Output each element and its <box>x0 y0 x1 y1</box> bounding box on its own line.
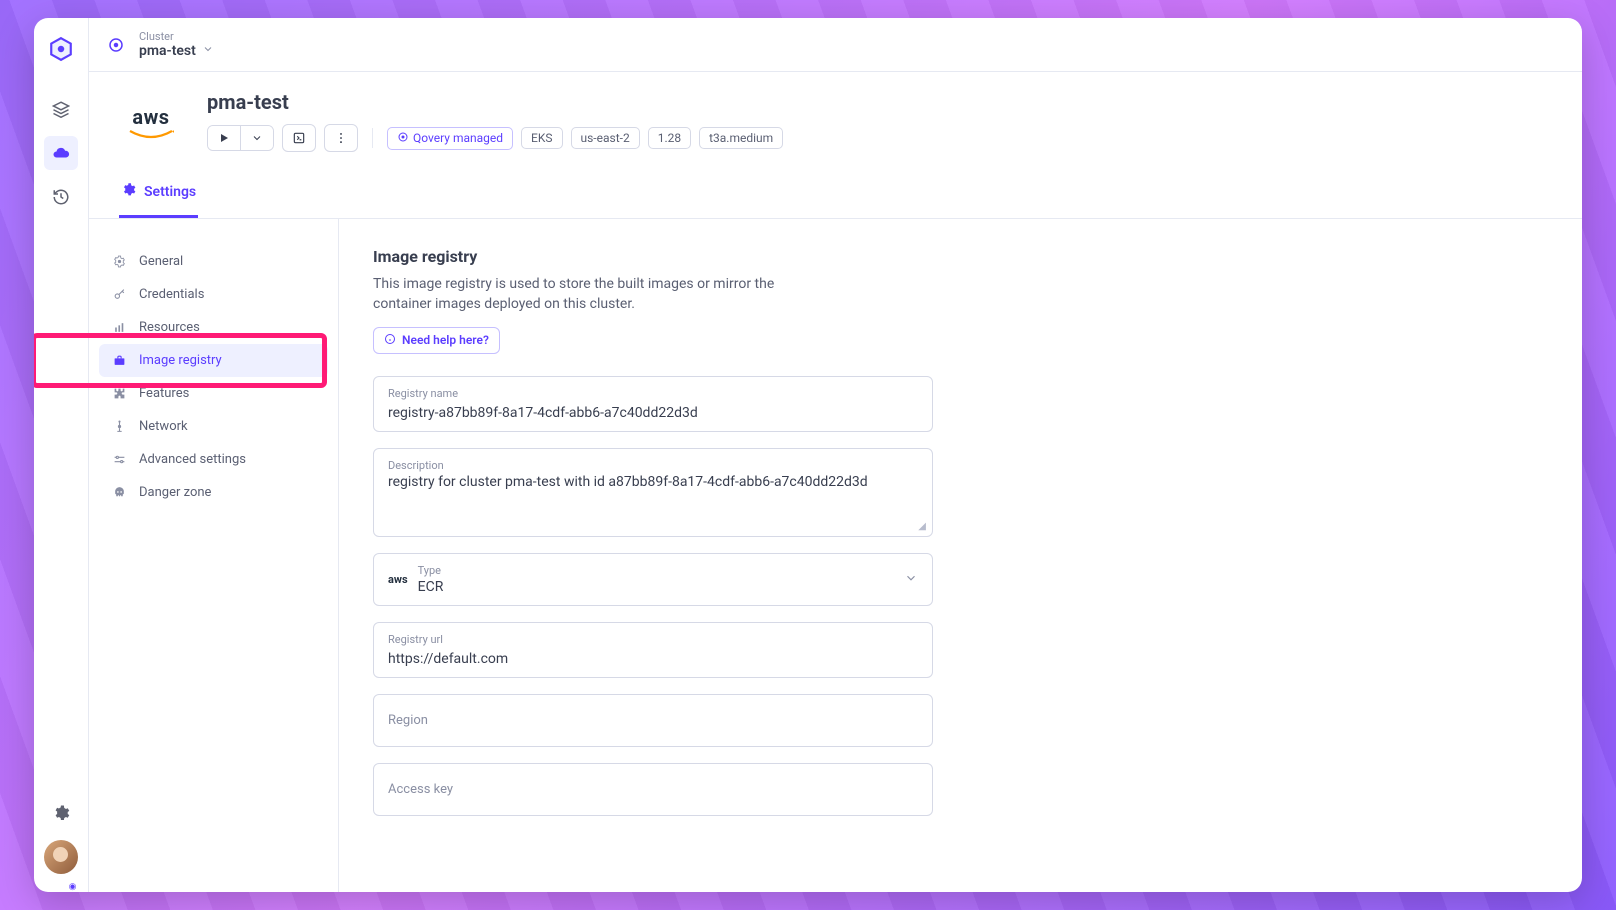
briefcase-icon <box>111 354 127 367</box>
tag-instance: t3a.medium <box>699 127 783 149</box>
nav-settings-icon[interactable] <box>44 796 78 830</box>
resize-handle-icon[interactable]: ◢ <box>918 521 926 532</box>
field-label: Registry url <box>388 633 918 646</box>
field-region[interactable]: Region <box>373 694 933 747</box>
chevron-down-icon <box>904 570 918 589</box>
field-label: Registry name <box>388 387 918 400</box>
panel-title: Image registry <box>373 247 1548 266</box>
image-registry-form: Registry name Description ◢ aws Type <box>373 376 933 816</box>
field-registry-name[interactable]: Registry name <box>373 376 933 432</box>
field-type[interactable]: aws Type ECR <box>373 553 933 606</box>
description-textarea[interactable] <box>388 474 918 522</box>
vertical-nav: ◉ <box>34 18 89 892</box>
type-value: ECR <box>418 579 894 595</box>
breadcrumb-cluster-icon <box>107 36 125 54</box>
sliders-icon <box>111 453 127 466</box>
cluster-header: aws pma-test <box>89 72 1582 219</box>
nav-cloud-icon[interactable] <box>44 136 78 170</box>
sidebar-item-label: Resources <box>139 320 200 335</box>
breadcrumb: Cluster pma-test <box>89 18 1582 72</box>
sidebar-item-advanced[interactable]: Advanced settings <box>99 443 328 476</box>
provider-logo-aws: aws <box>119 90 183 154</box>
sidebar-item-label: Advanced settings <box>139 452 246 467</box>
run-button-group <box>207 125 274 151</box>
sidebar-item-features[interactable]: Features <box>99 377 328 410</box>
tag-managed: Qovery managed <box>387 127 513 150</box>
field-description[interactable]: Description ◢ <box>373 448 933 537</box>
help-link[interactable]: Need help here? <box>373 327 500 354</box>
registry-name-input[interactable] <box>388 405 918 421</box>
nav-layers-icon[interactable] <box>44 92 78 126</box>
field-label: Access key <box>388 782 918 797</box>
cluster-title: pma-test <box>207 90 1552 114</box>
sidebar-item-label: Features <box>139 386 189 401</box>
tag-region: us-east-2 <box>571 127 640 149</box>
sidebar-item-network[interactable]: Network <box>99 410 328 443</box>
more-menu-button[interactable] <box>324 124 358 152</box>
sidebar-item-danger[interactable]: Danger zone <box>99 476 328 509</box>
skull-icon <box>111 486 127 499</box>
play-button[interactable] <box>208 126 240 150</box>
settings-sidebar: General Credentials Resources <box>89 219 339 892</box>
field-label: Description <box>388 459 918 472</box>
field-label: Type <box>418 564 894 577</box>
sidebar-item-resources[interactable]: Resources <box>99 311 328 344</box>
cluster-tags: Qovery managed EKS us-east-2 1.28 t3a.me… <box>387 127 783 150</box>
tag-version: 1.28 <box>648 127 691 149</box>
sidebar-item-label: Credentials <box>139 287 204 302</box>
panel-description: This image registry is used to store the… <box>373 274 803 315</box>
puzzle-icon <box>111 387 127 400</box>
sidebar-item-label: General <box>139 254 183 269</box>
tab-settings[interactable]: Settings <box>119 172 198 218</box>
breadcrumb-cluster-selector[interactable]: Cluster pma-test <box>139 30 214 60</box>
divider <box>372 128 373 148</box>
gear-icon <box>111 255 127 268</box>
sidebar-item-label: Network <box>139 419 188 434</box>
field-label: Region <box>388 713 918 728</box>
help-link-label: Need help here? <box>402 333 489 347</box>
sidebar-item-label: Image registry <box>139 353 222 368</box>
network-icon <box>111 420 127 433</box>
sidebar-item-credentials[interactable]: Credentials <box>99 278 328 311</box>
run-menu-chevron[interactable] <box>240 126 273 150</box>
sidebar-item-label: Danger zone <box>139 485 211 500</box>
chevron-down-icon <box>202 43 214 60</box>
app-logo <box>44 32 78 66</box>
chart-icon <box>111 321 127 334</box>
key-icon <box>111 288 127 301</box>
avatar-badge-icon: ◉ <box>65 879 80 892</box>
tab-settings-label: Settings <box>144 184 196 200</box>
nav-history-icon[interactable] <box>44 180 78 214</box>
sidebar-item-general[interactable]: General <box>99 245 328 278</box>
breadcrumb-label: Cluster <box>139 30 214 43</box>
info-icon <box>384 333 396 348</box>
sidebar-item-image-registry[interactable]: Image registry <box>99 344 328 377</box>
field-access-key[interactable]: Access key <box>373 763 933 816</box>
aws-mini-icon: aws <box>388 573 408 586</box>
managed-icon <box>397 131 409 146</box>
breadcrumb-value: pma-test <box>139 43 196 60</box>
field-registry-url[interactable]: Registry url <box>373 622 933 678</box>
logs-button[interactable] <box>282 124 316 152</box>
tag-engine: EKS <box>521 127 562 149</box>
avatar[interactable] <box>44 840 78 874</box>
tabs: Settings <box>119 172 1552 218</box>
content-panel: Image registry This image registry is us… <box>339 219 1582 892</box>
gear-icon <box>121 182 136 201</box>
registry-url-input[interactable] <box>388 651 918 667</box>
